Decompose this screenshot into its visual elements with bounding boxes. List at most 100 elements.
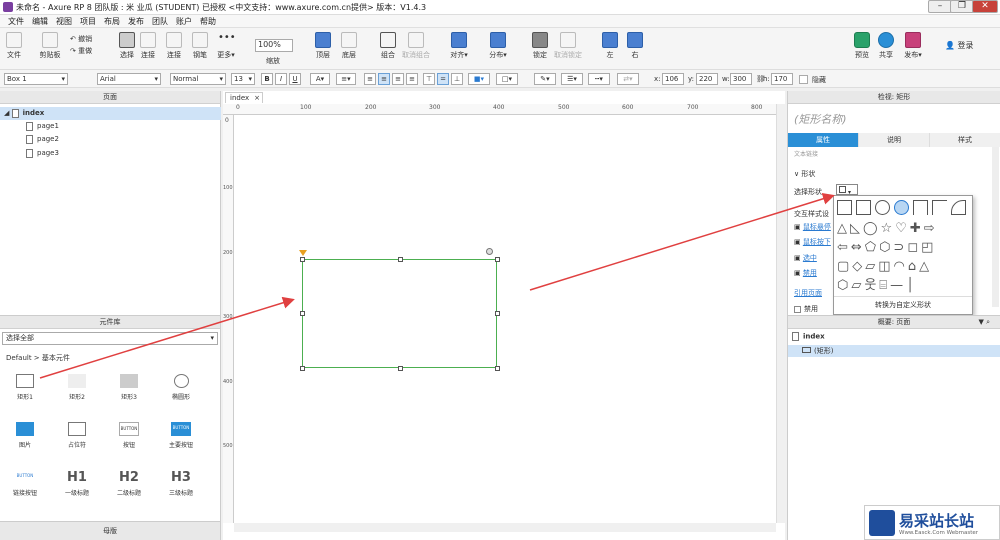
- widget-image[interactable]: 图片: [0, 422, 50, 449]
- close-tab-icon[interactable]: ×: [254, 94, 260, 102]
- shape-pie-option[interactable]: [894, 200, 909, 215]
- shape-circle-option[interactable]: [875, 200, 890, 215]
- tab-notes[interactable]: 说明: [859, 133, 930, 147]
- page-item-index[interactable]: ◢ index: [0, 107, 221, 120]
- align-button[interactable]: 对齐▾: [448, 32, 470, 60]
- mouse-down-link[interactable]: ▣ 鼠标按下: [794, 237, 831, 247]
- widget-select[interactable]: Box 1: [4, 73, 68, 85]
- pen-tool-button[interactable]: 连接: [164, 32, 184, 60]
- shape-corner-option[interactable]: [951, 200, 966, 215]
- widget-rect2[interactable]: 矩形2: [52, 374, 102, 401]
- align-center-button[interactable]: ≡: [378, 73, 390, 85]
- canvas-horizontal-scrollbar[interactable]: [234, 523, 776, 532]
- ungroup-button[interactable]: 取消组合: [402, 32, 430, 60]
- bold-button[interactable]: B: [261, 73, 273, 85]
- selected-rectangle[interactable]: [299, 248, 500, 371]
- widget-link-button[interactable]: BUTTON 链接按钮: [0, 470, 50, 497]
- widget-h2[interactable]: H2 二级标题: [104, 470, 154, 497]
- line-color-button[interactable]: ✎▾: [534, 73, 556, 85]
- tab-style[interactable]: 样式: [930, 133, 1000, 147]
- disabled-option[interactable]: 禁用: [794, 304, 818, 314]
- group-button[interactable]: 组合: [378, 32, 398, 60]
- shape-section[interactable]: ∨ 形状: [794, 169, 815, 179]
- top-layer-button[interactable]: 顶层: [313, 32, 333, 60]
- shape-row-2[interactable]: △◺◯☆♡✚⇨: [837, 220, 938, 237]
- right-button[interactable]: 右: [627, 32, 643, 60]
- menu-view[interactable]: 视图: [52, 15, 76, 27]
- undo-button[interactable]: ↶ 撤销: [70, 34, 92, 44]
- outline-page-item[interactable]: index: [792, 332, 825, 341]
- underline-button[interactable]: U: [289, 73, 301, 85]
- shape-tab-option[interactable]: [913, 200, 928, 215]
- page-item-page2[interactable]: page2: [0, 133, 221, 146]
- share-button[interactable]: 共享: [877, 32, 895, 60]
- line-style-button[interactable]: ┅▾: [588, 73, 610, 85]
- publish-button[interactable]: 发布▾: [902, 32, 924, 60]
- rotate-handle[interactable]: [486, 248, 493, 255]
- resize-handle[interactable]: [495, 257, 500, 262]
- canvas-vertical-scrollbar[interactable]: [776, 104, 785, 523]
- page-item-page3[interactable]: page3: [0, 147, 221, 160]
- convert-to-custom-shape[interactable]: 转换为自定义形状: [834, 296, 972, 310]
- login-button[interactable]: 👤 登录: [945, 40, 974, 51]
- library-select[interactable]: 选择全部: [2, 332, 218, 345]
- mouse-hover-link[interactable]: ▣ 鼠标悬停: [794, 222, 831, 232]
- w-input[interactable]: 300: [730, 73, 752, 85]
- font-family-select[interactable]: Arial: [97, 73, 161, 85]
- selected-link[interactable]: ▣ 选中: [794, 253, 817, 263]
- menu-file[interactable]: 文件: [4, 15, 28, 27]
- reference-page-link[interactable]: 引用页面: [794, 288, 822, 298]
- widget-rect3[interactable]: 矩形3: [104, 374, 154, 401]
- valign-bottom-button[interactable]: ⊥: [451, 73, 463, 85]
- menu-help[interactable]: 帮助: [196, 15, 220, 27]
- menu-project[interactable]: 项目: [76, 15, 100, 27]
- more-button[interactable]: ••• 更多▾: [214, 32, 238, 60]
- resize-handle[interactable]: [398, 257, 403, 262]
- page-item-page1[interactable]: page1: [0, 120, 221, 133]
- hide-checkbox[interactable]: [799, 75, 808, 84]
- h-input[interactable]: 170: [771, 73, 793, 85]
- shape-dropdown[interactable]: ▾: [836, 184, 858, 196]
- shadow-button[interactable]: □▾: [496, 73, 518, 85]
- resize-handle[interactable]: [398, 366, 403, 371]
- disabled-checkbox[interactable]: [794, 305, 801, 313]
- disabled-link[interactable]: ▣ 禁用: [794, 268, 817, 278]
- canvas-tab-index[interactable]: index ×: [225, 92, 263, 103]
- preview-button[interactable]: 预览: [853, 32, 871, 60]
- shape-row-5[interactable]: ⬡▱웃⌸—│: [837, 277, 917, 294]
- resize-handle[interactable]: [495, 311, 500, 316]
- shape-row-3[interactable]: ⇦⇔⬠⬡⊃◻◰: [837, 239, 936, 256]
- left-button[interactable]: 左: [602, 32, 618, 60]
- font-size-select[interactable]: 13: [231, 73, 255, 85]
- italic-button[interactable]: I: [275, 73, 287, 85]
- y-input[interactable]: 220: [696, 73, 718, 85]
- menu-layout[interactable]: 布局: [100, 15, 124, 27]
- filter-icon[interactable]: ▼ ⌕: [978, 316, 990, 328]
- corner-radius-handle[interactable]: [299, 250, 307, 256]
- close-button[interactable]: ✕: [972, 0, 998, 13]
- outline-rect-item[interactable]: (矩形): [788, 345, 1000, 357]
- x-input[interactable]: 106: [662, 73, 684, 85]
- shape-name-input[interactable]: (矩形名称): [794, 111, 847, 127]
- clipboard-button[interactable]: 剪贴板: [36, 32, 64, 60]
- shape-row-4[interactable]: ▢◇▱◫◠⌂△: [837, 258, 932, 275]
- widget-ellipse[interactable]: 椭圆形: [156, 374, 206, 401]
- justify-button[interactable]: ≡: [406, 73, 418, 85]
- menu-team[interactable]: 团队: [148, 15, 172, 27]
- align-left-button[interactable]: ≡: [364, 73, 376, 85]
- file-button[interactable]: 文件: [4, 32, 24, 60]
- minimize-button[interactable]: –: [928, 0, 952, 13]
- zoom-select[interactable]: 100%: [255, 39, 293, 52]
- shape-rectangle-option[interactable]: [837, 200, 852, 215]
- distribute-button[interactable]: 分布▾: [487, 32, 509, 60]
- resize-handle[interactable]: [495, 366, 500, 371]
- library-group[interactable]: Default > 基本元件: [6, 353, 70, 363]
- arrow-style-button[interactable]: ⇄▾: [617, 73, 639, 85]
- widget-button[interactable]: BUTTON 按钮: [104, 422, 154, 449]
- widget-h3[interactable]: H3 三级标题: [156, 470, 206, 497]
- collapse-icon[interactable]: ◢: [4, 109, 12, 117]
- line-width-button[interactable]: ☰▾: [561, 73, 583, 85]
- fill-color-button[interactable]: ■▾: [468, 73, 490, 85]
- menu-publish[interactable]: 发布: [124, 15, 148, 27]
- valign-middle-button[interactable]: =: [437, 73, 449, 85]
